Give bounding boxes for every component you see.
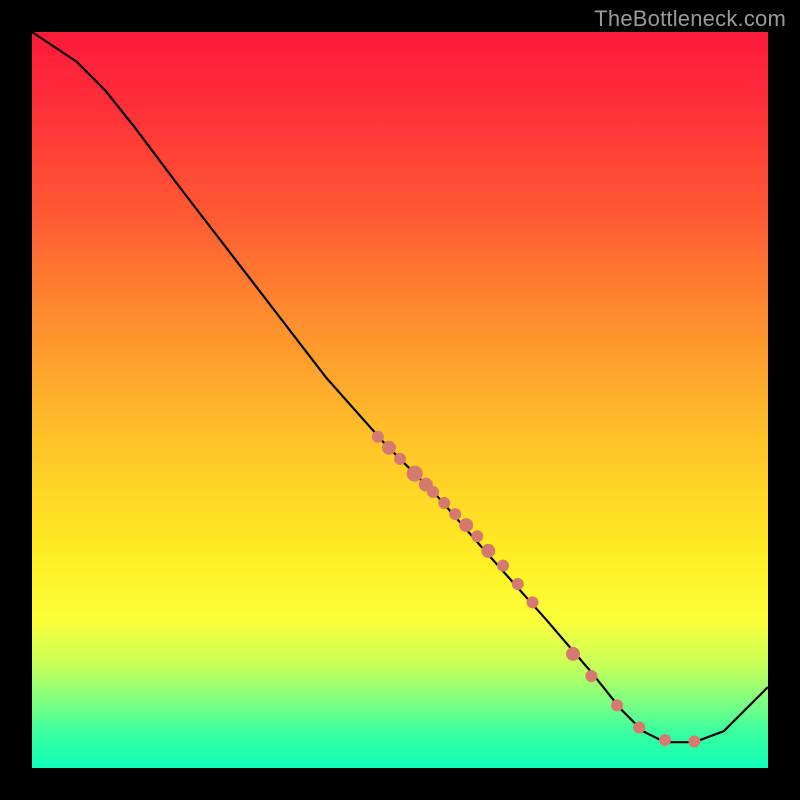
data-point	[659, 734, 671, 746]
chart-frame: TheBottleneck.com	[0, 0, 800, 800]
data-point	[566, 647, 580, 661]
data-point	[438, 497, 450, 509]
data-points-group	[372, 431, 701, 748]
data-point	[497, 560, 509, 572]
data-point	[459, 518, 473, 532]
data-point	[633, 722, 645, 734]
data-point	[481, 544, 495, 558]
data-point	[427, 486, 439, 498]
data-point	[407, 466, 423, 482]
data-point	[449, 508, 461, 520]
watermark-text: TheBottleneck.com	[594, 6, 786, 32]
chart-plot-area	[32, 32, 768, 768]
data-point	[471, 530, 483, 542]
data-point	[394, 453, 406, 465]
bottleneck-curve	[32, 32, 768, 742]
data-point	[688, 736, 700, 748]
data-point	[527, 596, 539, 608]
data-point	[382, 441, 396, 455]
data-point	[372, 431, 384, 443]
chart-svg	[32, 32, 768, 768]
data-point	[611, 699, 623, 711]
data-point	[512, 578, 524, 590]
data-point	[585, 670, 597, 682]
